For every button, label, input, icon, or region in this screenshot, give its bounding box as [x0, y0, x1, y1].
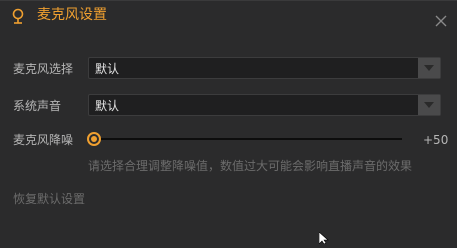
mouse-cursor-icon	[318, 229, 329, 248]
system-sound-select-value: 默认	[95, 99, 120, 113]
microphone-settings-dialog: 麦克风设置 麦克风选择 默认 系统声音 默认 麦克风降噪 +50 请选择合理调整…	[0, 0, 457, 245]
noise-reduction-label: 麦克风降噪	[13, 133, 74, 147]
chevron-down-icon[interactable]	[418, 58, 440, 78]
title-bar: 麦克风设置	[0, 1, 457, 35]
noise-reduction-hint: 请选择合理调整降噪值，数值过大可能会影响直播声音的效果	[88, 159, 413, 173]
noise-reduction-value: +50	[423, 133, 449, 147]
chevron-down-icon[interactable]	[418, 95, 440, 115]
system-sound-label: 系统声音	[13, 99, 62, 113]
microphone-icon	[11, 8, 25, 26]
noise-reduction-slider-thumb[interactable]	[87, 132, 101, 146]
close-icon[interactable]	[435, 12, 447, 27]
reset-default-button[interactable]: 恢复默认设置	[13, 191, 85, 207]
microphone-select-label: 麦克风选择	[13, 62, 74, 76]
dialog-title: 麦克风设置	[37, 7, 107, 23]
microphone-select-value: 默认	[95, 62, 120, 76]
noise-reduction-slider-track[interactable]	[94, 138, 402, 140]
system-sound-select[interactable]: 默认	[88, 94, 441, 116]
microphone-select[interactable]: 默认	[88, 57, 441, 79]
